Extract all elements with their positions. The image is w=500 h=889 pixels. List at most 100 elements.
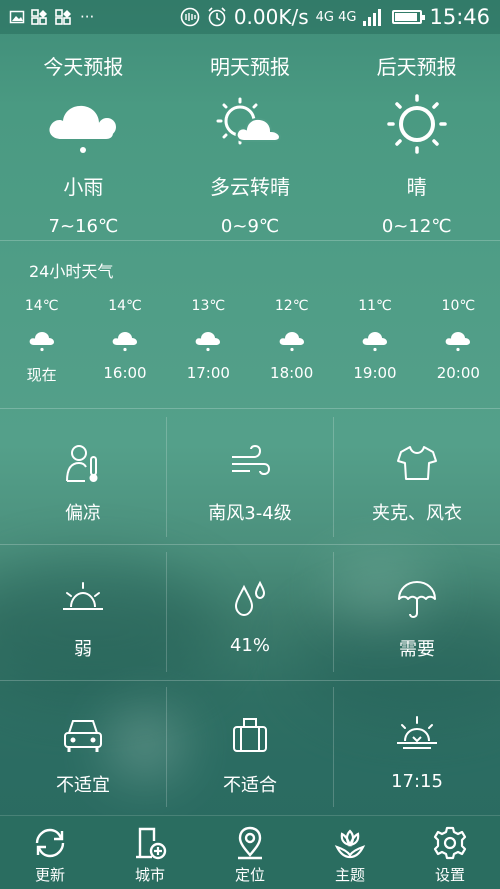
forecast-tomorrow[interactable]: 明天预报 多云转晴 0~9℃ [167, 34, 334, 240]
clothing-icon [397, 446, 437, 480]
humidity-index[interactable]: 41% [167, 545, 333, 680]
umbrella-icon [398, 581, 436, 619]
hourly-forecast[interactable]: 24小时天气 14℃ 现在 14℃ 16:00 13℃ 17:00 12℃ 18… [0, 240, 500, 408]
umbrella-index[interactable]: 需要 [334, 545, 500, 680]
image-icon [9, 10, 25, 24]
cloud-rain-icon [362, 332, 387, 352]
hour-item: 11℃ 19:00 [333, 298, 416, 385]
hour-time: 16:00 [103, 364, 147, 382]
forecast-day-after[interactable]: 后天预报 晴 0~12℃ [333, 34, 500, 240]
nav-refresh[interactable]: 更新 [0, 816, 100, 889]
more-icon: ··· [80, 8, 95, 26]
forecast-day-title: 明天预报 [210, 55, 290, 79]
hour-item: 14℃ 16:00 [83, 298, 166, 385]
uv-sunrise-icon [63, 582, 103, 610]
humidity-drops-icon [234, 580, 266, 617]
wind-index[interactable]: 南风3-4级 [167, 409, 333, 544]
sunset-icon [397, 716, 437, 749]
comfort-index[interactable]: 偏凉 [0, 409, 166, 544]
life-index-grid: 偏凉 南风3-4级 夹克、风衣 弱 41% 需要 不适宜 不适合 17:15 [0, 409, 500, 815]
network-type: 4G 4G [315, 9, 357, 25]
hour-temp: 11℃ [358, 298, 392, 314]
travel-index[interactable]: 不适合 [167, 681, 333, 816]
forecast-temp: 0~12℃ [381, 216, 452, 237]
forecast-today[interactable]: 今天预报 小雨 7~16℃ [0, 34, 167, 240]
hourly-list: 14℃ 现在 14℃ 16:00 13℃ 17:00 12℃ 18:00 11℃… [0, 298, 500, 385]
status-bar: ··· 0.00K/s 4G 4G 15:46 [0, 0, 500, 34]
nav-label: 设置 [434, 866, 465, 884]
forecast-condition: 小雨 [63, 175, 104, 199]
hour-temp: 13℃ [191, 298, 226, 314]
grid-icon [55, 9, 71, 25]
index-value: 弱 [74, 639, 92, 660]
car-wash-index[interactable]: 不适宜 [0, 681, 166, 816]
nav-label: 城市 [134, 866, 165, 884]
status-left: ··· [9, 8, 95, 26]
wind-icon [232, 444, 271, 476]
forecast-condition: 晴 [406, 175, 427, 199]
nav-city[interactable]: 城市 [100, 816, 200, 889]
cloud-rain-icon [279, 332, 304, 352]
hour-temp: 10℃ [441, 298, 476, 314]
hour-temp: 14℃ [108, 298, 142, 314]
three-day-forecast: 今天预报 小雨 7~16℃ 明天预报 多云转晴 0~9℃ 后天预报 晴 0~12… [0, 34, 500, 240]
hour-temp: 14℃ [24, 298, 59, 314]
hour-time: 19:00 [353, 364, 397, 382]
index-value: 需要 [399, 639, 435, 660]
theme-icon [334, 829, 366, 859]
forecast-temp: 0~9℃ [220, 216, 280, 237]
signal-icon [363, 9, 382, 26]
bottom-nav: 更新 城市 定位 主题 设置 [0, 815, 500, 889]
status-right: 0.00K/s 4G 4G 15:46 [180, 5, 490, 29]
index-value: 不适合 [223, 775, 277, 796]
forecast-day-title: 后天预报 [376, 55, 457, 79]
index-value: 夹克、风衣 [372, 503, 462, 524]
cloud-rain-icon [445, 332, 471, 352]
hour-item: 12℃ 18:00 [250, 298, 333, 385]
hour-time: 现在 [26, 366, 57, 384]
uv-index[interactable]: 弱 [0, 545, 166, 680]
hour-time: 20:00 [436, 364, 480, 382]
sunset-index[interactable]: 17:15 [334, 681, 500, 816]
battery-level [395, 13, 418, 21]
hour-item: 14℃ 现在 [0, 298, 83, 385]
hour-time: 17:00 [186, 364, 230, 382]
partly-cloudy-icon [216, 97, 282, 145]
cloud-rain-icon [112, 332, 137, 352]
hour-item: 10℃ 20:00 [417, 298, 500, 385]
forecast-day-title: 今天预报 [43, 55, 124, 79]
nav-label: 更新 [34, 866, 65, 884]
cloud-rain-icon [29, 332, 54, 352]
add-city-icon [136, 827, 167, 860]
nav-label: 主题 [334, 866, 365, 884]
refresh-icon [35, 828, 65, 858]
nfc-icon [180, 7, 200, 27]
nav-theme[interactable]: 主题 [300, 816, 400, 889]
forecast-condition: 多云转晴 [210, 175, 290, 199]
sunny-icon [386, 94, 447, 154]
body-temperature-icon [66, 445, 98, 482]
index-value: 17:15 [391, 771, 443, 792]
network-speed: 0.00K/s [233, 5, 309, 29]
nav-settings[interactable]: 设置 [400, 816, 500, 889]
index-value: 41% [229, 635, 270, 656]
hour-temp: 12℃ [274, 298, 309, 314]
location-icon [238, 826, 262, 860]
car-wash-icon [64, 720, 102, 752]
hour-time: 18:00 [270, 364, 314, 382]
hour-item: 13℃ 17:00 [167, 298, 250, 385]
grid-icon [31, 9, 47, 25]
battery-icon [392, 10, 426, 24]
light-rain-icon [49, 105, 117, 153]
forecast-temp: 7~16℃ [48, 216, 119, 237]
index-value: 不适宜 [56, 775, 110, 796]
settings-icon [433, 826, 467, 860]
alarm-icon [208, 7, 226, 27]
index-value: 南风3-4级 [208, 503, 292, 524]
nav-label: 定位 [234, 866, 265, 884]
index-value: 偏凉 [65, 503, 101, 524]
hourly-title: 24小时天气 [29, 262, 114, 281]
clothing-index[interactable]: 夹克、风衣 [334, 409, 500, 544]
nav-location[interactable]: 定位 [200, 816, 300, 889]
luggage-icon [233, 718, 267, 752]
